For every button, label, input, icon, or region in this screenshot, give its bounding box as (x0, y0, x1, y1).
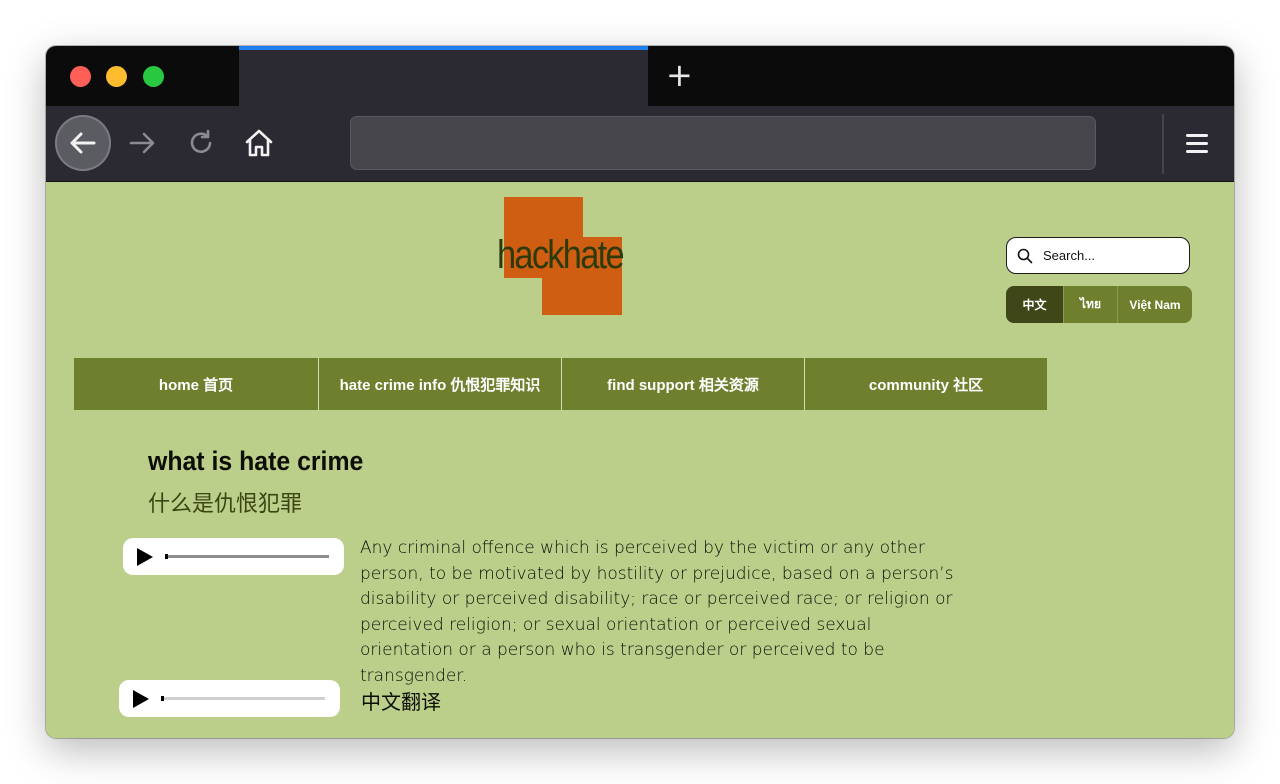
audio-progress-track[interactable] (162, 697, 325, 700)
back-arrow-icon (70, 132, 96, 154)
back-button[interactable] (55, 115, 111, 171)
browser-window: + hackhate Search... 中文 ไทย Việt Nam hom… (46, 46, 1234, 738)
audio-player-english (123, 538, 344, 575)
maximize-window-button[interactable] (143, 66, 164, 87)
lang-chinese-button[interactable]: 中文 (1006, 286, 1063, 323)
logo-text: hackhate (497, 233, 625, 277)
page-title: what is hate crime (148, 446, 364, 476)
play-icon[interactable] (133, 690, 149, 708)
main-navigation: home 首页 hate crime info 仇恨犯罪知识 find supp… (74, 358, 1047, 410)
audio-progress-handle[interactable] (161, 696, 164, 701)
search-input[interactable] (1043, 242, 1181, 268)
tab-accent-line (239, 46, 648, 50)
search-box[interactable] (1006, 237, 1190, 274)
nav-community[interactable]: community 社区 (804, 358, 1047, 410)
audio-progress-handle[interactable] (165, 554, 168, 559)
reload-icon (190, 129, 212, 153)
close-window-button[interactable] (70, 66, 91, 87)
minimize-window-button[interactable] (106, 66, 127, 87)
address-bar[interactable] (350, 116, 1096, 170)
audio-progress-track[interactable] (166, 555, 329, 558)
nav-hate-crime-info[interactable]: hate crime info 仇恨犯罪知识 (318, 358, 561, 410)
tab-bar: + (46, 46, 1234, 106)
play-icon[interactable] (137, 548, 153, 566)
site-logo[interactable]: hackhate (497, 197, 632, 317)
toolbar-divider (1162, 114, 1164, 174)
nav-home[interactable]: home 首页 (74, 358, 318, 410)
forward-arrow-icon (129, 132, 155, 154)
new-tab-button[interactable]: + (666, 59, 693, 91)
active-tab[interactable] (239, 46, 648, 106)
hamburger-menu-icon (1186, 134, 1208, 153)
home-icon (245, 129, 273, 157)
home-button[interactable] (231, 115, 287, 171)
lang-vietnamese-button[interactable]: Việt Nam (1117, 286, 1192, 323)
hate-crime-definition: Any criminal offence which is perceived … (360, 538, 954, 686)
menu-button[interactable] (1184, 130, 1210, 158)
search-icon (1017, 248, 1033, 264)
page-subtitle-chinese: 什么是仇恨犯罪 (148, 492, 303, 517)
browser-toolbar (46, 106, 1234, 182)
language-switcher: 中文 ไทย Việt Nam (1006, 286, 1192, 323)
forward-button[interactable] (114, 115, 170, 171)
web-page: hackhate 中文 ไทย Việt Nam home 首页 hate cr… (46, 182, 1234, 738)
reload-button[interactable] (173, 115, 229, 171)
audio-player-chinese (119, 680, 340, 717)
chinese-translation-label: 中文翻译 (361, 690, 441, 714)
nav-find-support[interactable]: find support 相关资源 (561, 358, 804, 410)
lang-thai-button[interactable]: ไทย (1063, 286, 1117, 323)
